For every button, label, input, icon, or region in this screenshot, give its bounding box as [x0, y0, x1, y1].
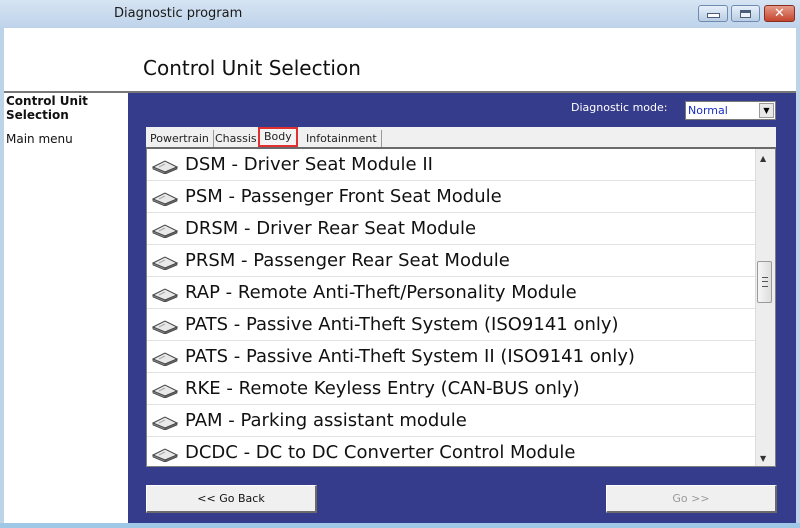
maximize-button[interactable] [731, 5, 760, 22]
diagnostic-mode-value: Normal [688, 104, 728, 117]
list-item[interactable]: DRSM - Driver Rear Seat Module [147, 213, 755, 245]
module-label: PATS - Passive Anti-Theft System II (ISO… [185, 346, 635, 367]
module-icon [151, 192, 179, 206]
module-icon [151, 256, 179, 270]
module-label: PRSM - Passenger Rear Seat Module [185, 250, 510, 271]
module-label: PSM - Passenger Front Seat Module [185, 186, 502, 207]
tab-infotainment[interactable]: Infotainment [302, 130, 382, 147]
scrollbar-thumb[interactable] [757, 261, 772, 303]
minimize-button[interactable] [698, 5, 728, 22]
module-icon [151, 448, 179, 462]
list-item[interactable]: RKE - Remote Keyless Entry (CAN-BUS only… [147, 373, 755, 405]
window-bottom-border [0, 523, 800, 528]
vertical-scrollbar[interactable]: ▲ ▼ [755, 149, 775, 466]
module-label: DRSM - Driver Rear Seat Module [185, 218, 477, 239]
module-label: RKE - Remote Keyless Entry (CAN-BUS only… [185, 378, 580, 399]
close-button[interactable]: ✕ [764, 5, 795, 22]
list-item[interactable]: DSM - Driver Seat Module II [147, 149, 755, 181]
main-panel: Diagnostic mode: Normal ▼ Powertrain Cha… [128, 93, 796, 523]
module-icon [151, 160, 179, 174]
module-icon [151, 320, 179, 334]
module-icon [151, 384, 179, 398]
maximize-icon [732, 6, 759, 21]
list-item[interactable]: PATS - Passive Anti-Theft System II (ISO… [147, 341, 755, 373]
go-button[interactable]: Go >> [606, 485, 777, 513]
sidebar-item-main-menu[interactable]: Main menu [6, 132, 73, 146]
tab-chassis[interactable]: Chassis [211, 130, 262, 147]
header: Control Unit Selection [4, 28, 796, 92]
diagnostic-mode-select[interactable]: Normal ▼ [685, 101, 776, 120]
title-bar[interactable]: Diagnostic program ✕ [0, 0, 800, 28]
application-window: Diagnostic program ✕ Control Unit Select… [0, 0, 800, 528]
scroll-down-arrow-icon[interactable]: ▼ [760, 454, 766, 463]
go-back-button[interactable]: << Go Back [146, 485, 317, 513]
close-icon: ✕ [774, 6, 785, 21]
tab-powertrain[interactable]: Powertrain [146, 130, 214, 147]
module-icon [151, 288, 179, 302]
module-icon [151, 352, 179, 366]
module-icon [151, 416, 179, 430]
module-label: RAP - Remote Anti-Theft/Personality Modu… [185, 282, 577, 303]
module-icon [151, 224, 179, 238]
module-label: PATS - Passive Anti-Theft System (ISO914… [185, 314, 619, 335]
category-tabs: Powertrain Chassis Body Infotainment [146, 127, 776, 147]
tab-body[interactable]: Body [258, 127, 298, 147]
list-item[interactable]: PRSM - Passenger Rear Seat Module [147, 245, 755, 277]
minimize-icon [699, 6, 727, 21]
list-item[interactable]: PSM - Passenger Front Seat Module [147, 181, 755, 213]
scroll-up-arrow-icon[interactable]: ▲ [760, 154, 766, 163]
chevron-down-icon[interactable]: ▼ [759, 103, 774, 118]
list-item[interactable]: DCDC - DC to DC Converter Control Module [147, 437, 755, 466]
window-title: Diagnostic program [114, 6, 243, 21]
module-list[interactable]: DSM - Driver Seat Module II PSM - Passen… [146, 147, 776, 467]
grip-icon [762, 277, 768, 287]
module-label: DSM - Driver Seat Module II [185, 154, 433, 175]
list-item[interactable]: PAM - Parking assistant module [147, 405, 755, 437]
module-label: PAM - Parking assistant module [185, 410, 467, 431]
sidebar-current-page: Control Unit Selection [6, 94, 88, 122]
page-title: Control Unit Selection [143, 56, 361, 80]
diagnostic-mode-label: Diagnostic mode: [571, 101, 668, 114]
sidebar: Control Unit Selection Main menu [4, 93, 128, 523]
list-item[interactable]: PATS - Passive Anti-Theft System (ISO914… [147, 309, 755, 341]
module-label: DCDC - DC to DC Converter Control Module [185, 442, 576, 463]
list-item[interactable]: RAP - Remote Anti-Theft/Personality Modu… [147, 277, 755, 309]
